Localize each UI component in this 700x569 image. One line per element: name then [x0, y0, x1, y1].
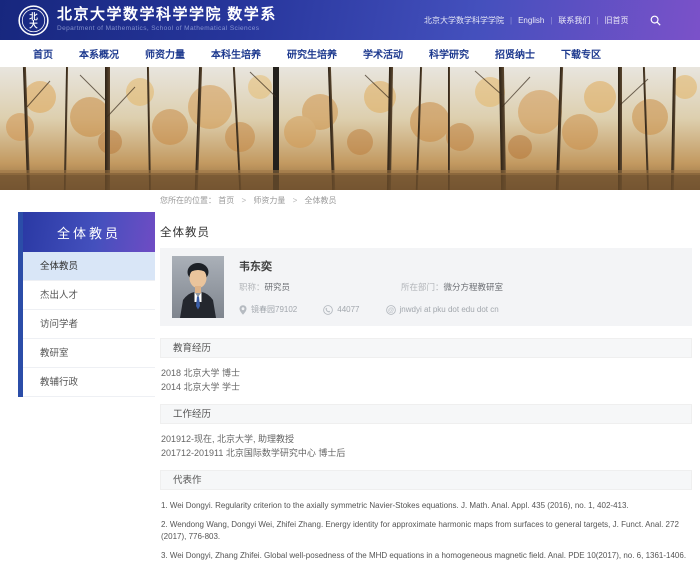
site-title: 北京大学数学科学学院 数学系: [57, 7, 277, 24]
main-column: 全体教员: [160, 212, 692, 569]
search-icon[interactable]: [650, 15, 661, 26]
phone-number: 44077: [323, 305, 359, 315]
breadcrumb: 您所在的位置： 首页 > 师资力量 > 全体教员: [0, 190, 700, 212]
work-entry: 201912-现在, 北京大学, 助理教授: [161, 432, 691, 446]
office-text: 镜春园79102: [251, 304, 297, 315]
education-entry: 2014 北京大学 学士: [161, 380, 691, 394]
profile-meta-row: 职称： 研究员 所在部门： 微分方程教研室: [239, 281, 680, 293]
svg-text:大: 大: [29, 19, 38, 29]
sidebar-item-distinguished[interactable]: 杰出人才: [23, 281, 155, 310]
breadcrumb-separator: >: [293, 196, 298, 205]
dept-label: 所在部门：: [401, 281, 444, 293]
section-heading-work: 工作经历: [160, 404, 692, 424]
section-heading-education: 教育经历: [160, 338, 692, 358]
faculty-name: 韦东奕: [239, 258, 680, 274]
nav-item-academic-events[interactable]: 学术活动: [363, 46, 403, 61]
top-link-old-home[interactable]: 旧首页: [604, 15, 628, 26]
education-entry: 2018 北京大学 博士: [161, 366, 691, 380]
page: 北 大 北京大学数学科学学院 数学系 Department of Mathema…: [0, 0, 700, 569]
sidebar: 全体教员 全体教员 杰出人才 访问学者 教研室 教辅行政: [18, 212, 155, 397]
work-entry: 201712-201911 北京国际数学研究中心 博士后: [161, 446, 691, 460]
campus-banner-photo: [0, 67, 700, 190]
banner-trees-graphic: [0, 67, 700, 190]
top-link-school[interactable]: 北京大学数学科学学院: [424, 15, 504, 26]
email-text: jnwdyi at pku dot edu dot cn: [400, 305, 499, 314]
sidebar-title: 全体教员: [23, 212, 155, 252]
top-utility-links: 北京大学数学科学学院 | English | 联系我们 | 旧首页: [424, 0, 661, 40]
nav-item-faculty[interactable]: 师资力量: [145, 46, 185, 61]
sidebar-item-visiting-scholars[interactable]: 访问学者: [23, 310, 155, 339]
breadcrumb-home[interactable]: 首页: [218, 196, 234, 205]
separator: |: [596, 16, 598, 25]
sidebar-item-admin-staff[interactable]: 教辅行政: [23, 368, 155, 397]
map-pin-icon: [239, 305, 247, 315]
nav-item-undergraduate[interactable]: 本科生培养: [211, 46, 261, 61]
title-group: 职称： 研究员: [239, 281, 401, 293]
top-link-english[interactable]: English: [518, 16, 544, 25]
email-address: @ jnwdyi at pku dot edu dot cn: [386, 305, 499, 315]
main-nav: 首页 本系概况 师资力量 本科生培养 研究生培养 学术活动 科学研究 招贤纳士 …: [0, 40, 700, 67]
page-title: 全体教员: [160, 224, 692, 240]
publication-entry: 1. Wei Dongyi. Regularity criterion to t…: [161, 500, 691, 512]
title-value: 研究员: [265, 281, 291, 293]
separator: |: [510, 16, 512, 25]
nav-item-recruitment[interactable]: 招贤纳士: [495, 46, 535, 61]
dept-group: 所在部门： 微分方程教研室: [401, 281, 563, 293]
publications-list: 1. Wei Dongyi. Regularity criterion to t…: [160, 490, 692, 562]
sidebar-item-all-staff[interactable]: 全体教员: [23, 252, 155, 281]
site-header: 北 大 北京大学数学科学学院 数学系 Department of Mathema…: [0, 0, 700, 40]
section-heading-publications: 代表作: [160, 470, 692, 490]
pku-seal-logo: 北 大: [18, 5, 49, 36]
nav-item-about[interactable]: 本系概况: [79, 46, 119, 61]
sidebar-item-research-offices[interactable]: 教研室: [23, 339, 155, 368]
dept-value: 微分方程教研室: [444, 281, 504, 293]
publication-entry: 2. Wendong Wang, Dongyi Wei, Zhifei Zhan…: [161, 519, 691, 543]
education-list: 2018 北京大学 博士 2014 北京大学 学士: [160, 358, 692, 404]
svg-text:@: @: [387, 307, 393, 314]
phone-text: 44077: [337, 305, 359, 314]
title-label: 职称：: [239, 281, 265, 293]
office-location: 镜春园79102: [239, 304, 297, 315]
content-area: 全体教员 全体教员 杰出人才 访问学者 教研室 教辅行政 全体教员: [0, 212, 700, 569]
breadcrumb-separator: >: [241, 196, 246, 205]
work-list: 201912-现在, 北京大学, 助理教授 201712-201911 北京国际…: [160, 424, 692, 470]
profile-photo: [172, 256, 224, 318]
top-link-contact[interactable]: 联系我们: [558, 15, 590, 26]
email-at-icon: @: [386, 305, 396, 315]
nav-item-downloads[interactable]: 下载专区: [561, 46, 601, 61]
nav-item-graduate[interactable]: 研究生培养: [287, 46, 337, 61]
profile-info: 韦东奕 职称： 研究员 所在部门： 微分方程教研室: [239, 256, 680, 318]
profile-card: 韦东奕 职称： 研究员 所在部门： 微分方程教研室: [160, 248, 692, 326]
breadcrumb-all-staff[interactable]: 全体教员: [305, 196, 337, 205]
breadcrumb-label: 您所在的位置：: [160, 196, 216, 205]
breadcrumb-faculty[interactable]: 师资力量: [253, 196, 285, 205]
publication-entry: 3. Wei Dongyi, Zhang Zhifei. Global well…: [161, 550, 691, 562]
profile-contact-row: 镜春园79102 44077 @: [239, 304, 680, 315]
phone-icon: [323, 305, 333, 315]
nav-item-home[interactable]: 首页: [33, 46, 53, 61]
separator: |: [550, 16, 552, 25]
site-subtitle: Department of Mathematics, School of Mat…: [57, 24, 277, 33]
nav-item-research[interactable]: 科学研究: [429, 46, 469, 61]
